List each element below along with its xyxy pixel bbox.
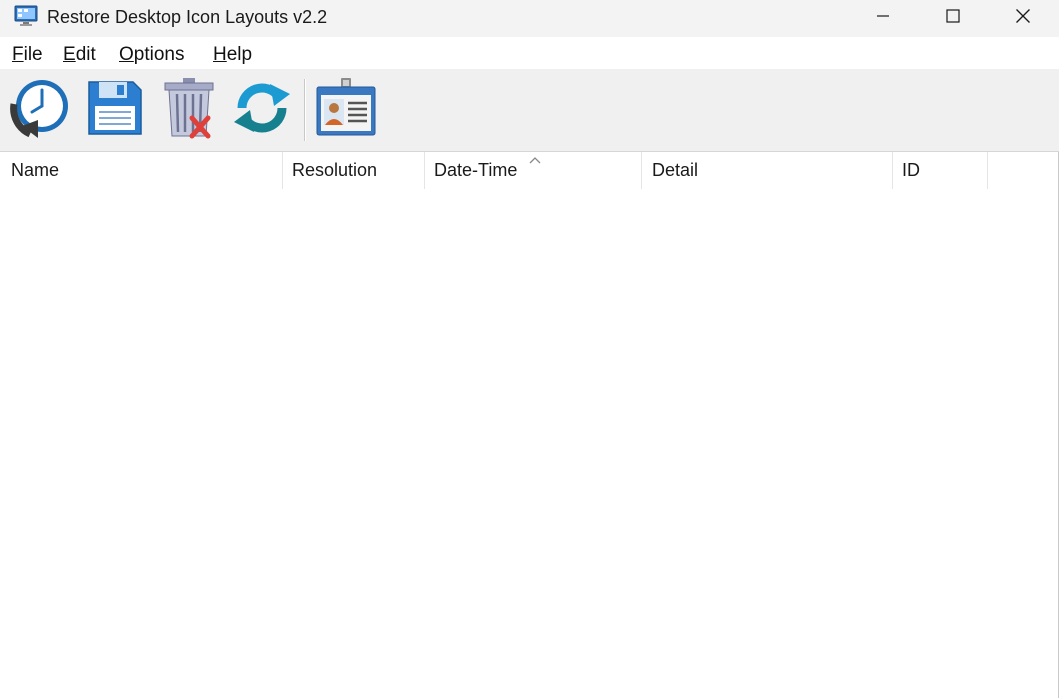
save-floppy-icon bbox=[85, 78, 145, 143]
window-title: Restore Desktop Icon Layouts v2.2 bbox=[47, 7, 328, 27]
save-layout-button[interactable] bbox=[82, 77, 148, 143]
close-icon bbox=[1015, 8, 1031, 24]
restore-clock-icon bbox=[8, 76, 72, 145]
toolbar bbox=[0, 69, 1059, 152]
column-header-detail[interactable]: Detail bbox=[641, 152, 892, 189]
menu-edit[interactable]: Edit bbox=[63, 44, 96, 66]
menu-file-label: ile bbox=[23, 44, 43, 65]
refresh-button[interactable] bbox=[229, 77, 295, 143]
desktop-monitor-icon bbox=[14, 5, 38, 27]
menu-file-accel: F bbox=[12, 44, 24, 65]
toolbar-separator bbox=[304, 79, 306, 141]
layouts-list[interactable]: Name Resolution Date-Time Detail ID bbox=[0, 152, 1058, 698]
minimize-icon bbox=[876, 9, 890, 23]
app-window: Restore Desktop Icon Layouts v2.2 File E… bbox=[0, 0, 1059, 698]
maximize-button[interactable] bbox=[918, 0, 988, 32]
properties-id-card-icon bbox=[314, 77, 378, 144]
restore-layout-button[interactable] bbox=[7, 77, 73, 143]
menu-help-accel: H bbox=[213, 44, 227, 65]
column-header-name[interactable]: Name bbox=[0, 152, 282, 189]
sort-ascending-icon bbox=[528, 152, 542, 164]
close-button[interactable] bbox=[988, 0, 1058, 32]
menu-help-label: elp bbox=[226, 44, 253, 65]
maximize-icon bbox=[946, 9, 960, 23]
menu-options[interactable]: Options bbox=[119, 44, 184, 66]
menu-bar: File Edit Options Help bbox=[0, 37, 1059, 69]
properties-button[interactable] bbox=[313, 77, 379, 143]
menu-options-label: ptions bbox=[133, 44, 185, 65]
menu-edit-label: dit bbox=[75, 44, 96, 65]
menu-file[interactable]: File bbox=[12, 44, 43, 66]
delete-layout-button[interactable] bbox=[156, 77, 222, 143]
menu-options-accel: O bbox=[119, 44, 134, 65]
menu-help[interactable]: Help bbox=[213, 44, 252, 66]
menu-edit-accel: E bbox=[63, 44, 76, 65]
column-header-id[interactable]: ID bbox=[891, 152, 987, 189]
refresh-icon bbox=[232, 78, 292, 143]
list-header: Name Resolution Date-Time Detail ID bbox=[0, 152, 1058, 189]
list-body[interactable] bbox=[0, 189, 1058, 698]
minimize-button[interactable] bbox=[848, 0, 918, 32]
column-header-resolution[interactable]: Resolution bbox=[281, 152, 424, 189]
delete-trash-icon bbox=[159, 76, 219, 145]
column-divider[interactable] bbox=[987, 152, 988, 189]
title-bar[interactable]: Restore Desktop Icon Layouts v2.2 bbox=[0, 0, 1059, 37]
